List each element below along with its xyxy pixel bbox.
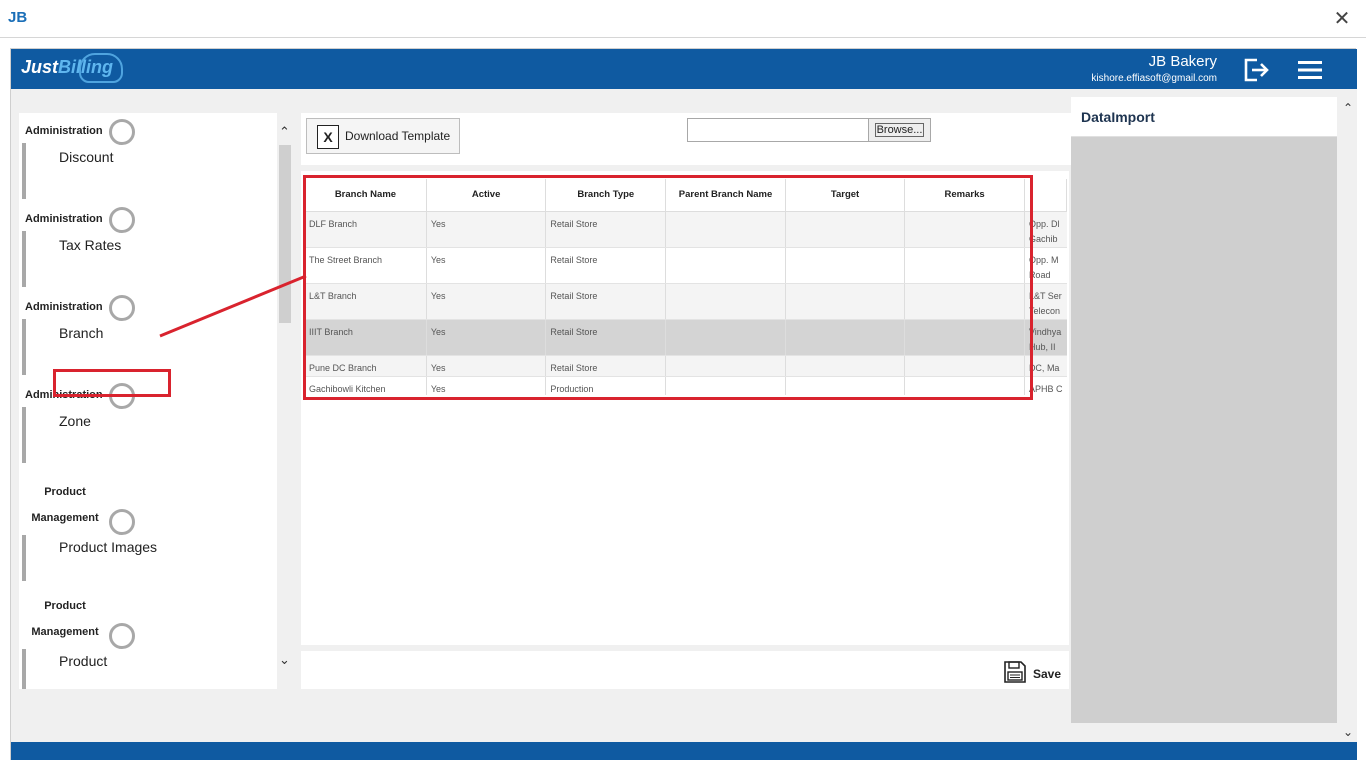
annotation-arrow — [159, 274, 307, 338]
